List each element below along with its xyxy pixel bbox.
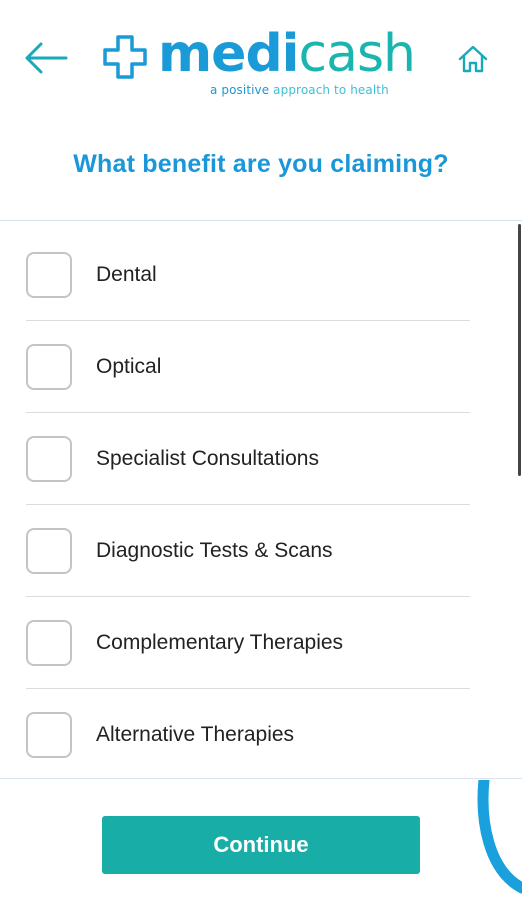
benefit-checkbox[interactable] [26,436,72,482]
benefit-claim-screen: medicash a positive approach to health W… [0,0,522,900]
list-scrollbar[interactable] [518,224,521,476]
benefit-checkbox[interactable] [26,712,72,758]
benefit-item-dental[interactable]: Dental [26,229,470,321]
benefit-checkbox[interactable] [26,620,72,666]
benefit-label: Complementary Therapies [96,631,344,654]
benefit-checkbox[interactable] [26,344,72,390]
logo-tagline-part1: a positive [210,83,274,97]
page-title: What benefit are you claiming? [73,150,449,178]
decorative-swoosh [477,780,522,894]
benefit-item-specialist-consultations[interactable]: Specialist Consultations [26,413,470,505]
benefit-label: Dental [96,263,157,286]
cross-logo-icon [103,35,147,79]
benefit-label: Optical [96,355,162,378]
logo-wordmark-medi: medi [158,24,299,84]
continue-button[interactable]: Continue [102,816,420,874]
benefit-label: Specialist Consultations [96,447,319,470]
benefit-label: Diagnostic Tests & Scans [96,539,333,562]
benefit-list: Dental Optical Specialist Consultations … [0,221,522,778]
divider [0,778,522,779]
benefit-checkbox[interactable] [26,252,72,298]
benefit-item-alternative-therapies[interactable]: Alternative Therapies [26,689,470,778]
header: medicash a positive approach to health [0,0,522,110]
benefit-item-optical[interactable]: Optical [26,321,470,413]
logo-tagline: a positive approach to health [210,83,389,97]
home-icon [458,45,488,73]
medicash-logo: medicash a positive approach to health [102,24,422,102]
benefit-item-diagnostic-tests[interactable]: Diagnostic Tests & Scans [26,505,470,597]
logo-tagline-part2: approach to health [273,83,389,97]
back-button[interactable] [22,36,70,80]
logo-wordmark: medicash [158,24,417,84]
benefit-checkbox[interactable] [26,528,72,574]
arrow-left-icon [25,42,68,74]
logo-wordmark-cash: cash [298,24,417,84]
benefit-label: Alternative Therapies [96,723,295,746]
home-button[interactable] [454,40,492,78]
benefit-item-complementary-therapies[interactable]: Complementary Therapies [26,597,470,689]
